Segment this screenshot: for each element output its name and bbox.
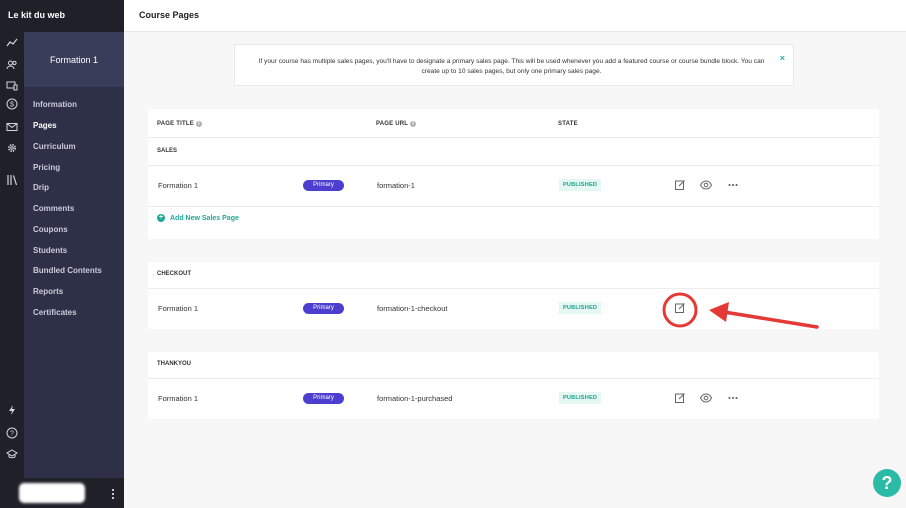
primary-badge: Primary — [303, 180, 344, 191]
table-row[interactable]: Formation 1 Primary formation-1-checkout… — [148, 289, 879, 329]
nav-item-certificates[interactable]: Certificates — [33, 308, 77, 317]
info-notice: If your course has multiple sales pages,… — [234, 44, 794, 86]
course-sidebar: Formation 1 Information Pages Curriculum… — [24, 32, 124, 508]
help-button[interactable]: ? — [873, 469, 901, 497]
page-title: Course Pages — [139, 10, 200, 20]
settings-icon[interactable] — [6, 142, 18, 154]
plus-icon: + — [157, 214, 165, 222]
table-row[interactable]: Formation 1 Primary formation-1-purchase… — [148, 379, 879, 419]
preview-eye-icon[interactable] — [700, 392, 712, 404]
more-options-icon[interactable] — [111, 487, 115, 499]
nav-item-students[interactable]: Students — [33, 246, 67, 255]
nav-item-pricing[interactable]: Pricing — [33, 163, 60, 172]
top-header: Course Pages — [124, 0, 906, 32]
nav-item-reports[interactable]: Reports — [33, 287, 63, 296]
table-row[interactable]: Formation 1 Primary formation-1 PUBLISHE… — [148, 166, 879, 206]
nav-item-pages[interactable]: Pages — [33, 121, 57, 130]
nav-item-coupons[interactable]: Coupons — [33, 225, 68, 234]
column-header-state: STATE — [558, 121, 578, 127]
analytics-icon[interactable] — [6, 37, 18, 49]
column-header-page-url: PAGE URL i — [376, 121, 417, 127]
svg-text:$: $ — [10, 102, 14, 109]
graduation-cap-icon[interactable] — [6, 448, 18, 460]
notice-text: If your course has multiple sales pages,… — [258, 58, 765, 75]
nav-item-bundled-contents[interactable]: Bundled Contents — [33, 266, 102, 275]
edit-icon[interactable] — [674, 392, 686, 404]
more-actions-icon[interactable] — [727, 392, 739, 404]
nav-item-information[interactable]: Information — [33, 100, 77, 109]
thankyou-pages-panel: THANKYOU Formation 1 Primary formation-1… — [148, 352, 879, 419]
page-url-cell: formation-1-purchased — [377, 394, 453, 403]
page-title-cell[interactable]: Formation 1 — [158, 181, 198, 190]
checkout-pages-panel: CHECKOUT Formation 1 Primary formation-1… — [148, 262, 879, 329]
close-icon[interactable]: × — [780, 53, 785, 63]
dollar-icon[interactable]: $ — [6, 98, 18, 110]
page-title-cell[interactable]: Formation 1 — [158, 394, 198, 403]
library-icon[interactable] — [6, 174, 18, 186]
devices-icon[interactable] — [6, 80, 18, 92]
column-header-page-title: PAGE TITLE i — [157, 121, 202, 127]
info-icon[interactable]: i — [195, 121, 202, 127]
divider — [148, 206, 879, 207]
edit-icon[interactable] — [674, 179, 686, 191]
status-badge: PUBLISHED — [559, 179, 602, 191]
brand-name[interactable]: Le kit du web — [0, 0, 124, 32]
sales-pages-panel: PAGE TITLE i PAGE URL i STATE SALES Format… — [148, 109, 879, 239]
page-url-cell: formation-1-checkout — [377, 304, 448, 313]
primary-badge: Primary — [303, 303, 344, 314]
status-badge: PUBLISHED — [559, 302, 602, 314]
user-account-bar — [0, 478, 124, 508]
users-icon[interactable] — [6, 59, 18, 71]
divider — [148, 137, 879, 138]
status-badge: PUBLISHED — [559, 392, 602, 404]
section-label-sales: SALES — [157, 148, 178, 154]
page-url-cell: formation-1 — [377, 181, 415, 190]
primary-badge: Primary — [303, 393, 344, 404]
nav-item-comments[interactable]: Comments — [33, 204, 74, 213]
edit-icon[interactable] — [674, 302, 686, 314]
svg-text:?: ? — [10, 431, 14, 438]
help-circle-icon[interactable]: ? — [6, 427, 18, 439]
section-label-thankyou: THANKYOU — [157, 361, 191, 367]
avatar[interactable] — [19, 483, 85, 503]
more-actions-icon[interactable] — [727, 179, 739, 191]
add-new-sales-page-link[interactable]: + Add New Sales Page — [157, 214, 239, 222]
page-title-cell[interactable]: Formation 1 — [158, 304, 198, 313]
section-label-checkout: CHECKOUT — [157, 271, 191, 277]
nav-item-curriculum[interactable]: Curriculum — [33, 142, 76, 151]
preview-eye-icon[interactable] — [700, 179, 712, 191]
course-name[interactable]: Formation 1 — [24, 32, 124, 87]
icon-rail: $ ? — [0, 32, 24, 508]
nav-item-drip[interactable]: Drip — [33, 183, 49, 192]
bolt-icon[interactable] — [6, 404, 18, 416]
mail-icon[interactable] — [6, 121, 18, 133]
info-icon[interactable]: i — [410, 121, 417, 127]
